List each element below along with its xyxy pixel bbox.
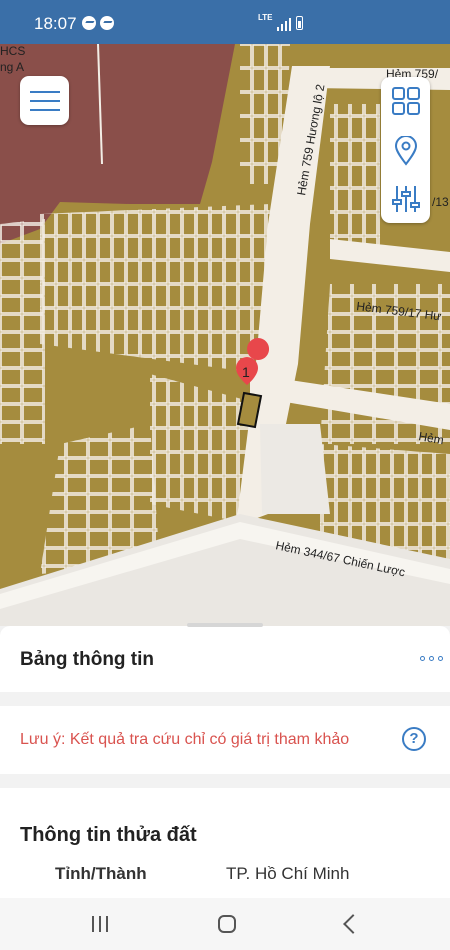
hamburger-icon	[29, 108, 60, 111]
disclaimer-text: Lưu ý: Kết quả tra cứu chỉ có giá trị th…	[20, 731, 350, 748]
battery-icon	[296, 16, 303, 30]
place-label: HCS	[0, 44, 25, 58]
messenger-icon	[82, 16, 96, 30]
network-type: LTE	[258, 13, 273, 22]
recent-apps-icon[interactable]	[92, 916, 109, 932]
map-view[interactable]: Hẻm 759 Hương lộ 2 Hẻm 759/ /13 Hẻm 759/…	[0, 44, 450, 626]
hamburger-icon	[29, 99, 60, 102]
map-tool-panel	[381, 77, 430, 223]
grid-icon	[391, 87, 420, 115]
lot-grid	[40, 204, 270, 374]
note-card: Lưu ý: Kết quả tra cứu chỉ có giá trị th…	[0, 706, 450, 774]
layer-grid-button[interactable]	[381, 79, 430, 123]
signal-icon	[277, 18, 291, 31]
place-label: ng A	[0, 60, 24, 74]
status-bar: 18:07 LTE	[0, 0, 450, 44]
lot-grid	[0, 219, 45, 444]
location-pin-icon	[394, 136, 417, 166]
info-sheet: Bảng thông tin Lưu ý: Kết quả tra cứu ch…	[0, 623, 450, 900]
back-icon[interactable]	[343, 914, 363, 934]
my-location-button[interactable]	[381, 129, 430, 173]
lot-grid	[330, 104, 380, 254]
parcel-marker-label: 1	[242, 364, 250, 380]
province-value: TP. Hồ Chí Minh	[226, 864, 350, 883]
hamburger-icon	[29, 90, 60, 93]
province-label: Tỉnh/Thành	[55, 864, 147, 883]
status-time: 18:07	[34, 14, 77, 33]
help-icon[interactable]: ?	[402, 727, 426, 751]
messenger-icon	[100, 16, 114, 30]
drag-handle[interactable]	[187, 623, 263, 627]
home-icon[interactable]	[218, 915, 236, 933]
road-label: /13	[432, 195, 449, 209]
system-nav-bar	[0, 898, 450, 950]
more-icon[interactable]	[420, 656, 444, 664]
parcel-section-title: Thông tin thửa đất	[20, 824, 197, 846]
parcel-info-card: Thông tin thửa đất Tỉnh/Thành TP. Hồ Chí…	[0, 788, 450, 900]
sheet-header[interactable]: Bảng thông tin	[0, 623, 450, 692]
sheet-title: Bảng thông tin	[20, 649, 155, 670]
sliders-icon	[391, 186, 420, 212]
filter-button[interactable]	[381, 177, 430, 221]
menu-button[interactable]	[20, 76, 69, 125]
